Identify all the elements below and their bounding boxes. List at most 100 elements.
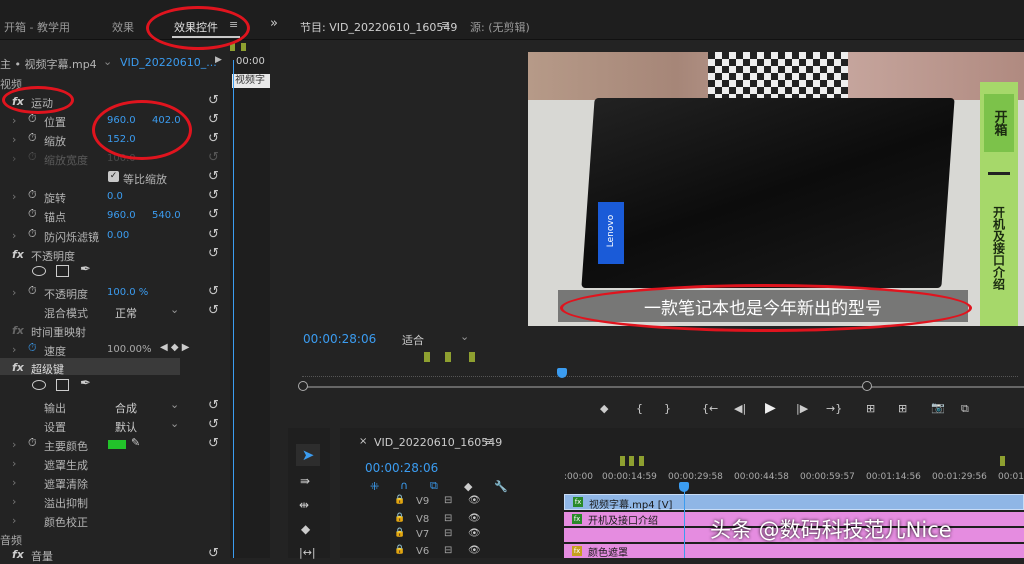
timeline-timecode[interactable]: 00:00:28:06: [365, 461, 438, 475]
color-correction-label[interactable]: 颜色校正: [44, 514, 88, 530]
linked-selection-icon[interactable]: ⧉: [430, 479, 438, 493]
sync-lock-icon[interactable]: ⊟: [444, 513, 452, 524]
panel-expand-icon[interactable]: »: [270, 16, 278, 31]
stopwatch-icon[interactable]: ⏱: [28, 436, 37, 450]
expand-arrow-icon[interactable]: ›: [12, 114, 16, 127]
time-remap-label[interactable]: 时间重映射: [31, 324, 86, 340]
comparison-view-button[interactable]: ⧉: [961, 402, 969, 416]
zoom-handle-right[interactable]: [862, 381, 872, 391]
timeline-clip[interactable]: fx 颜色遮罩: [564, 544, 1024, 559]
selection-tool-icon[interactable]: ➤: [296, 444, 320, 466]
program-time-ruler[interactable]: [302, 376, 1018, 380]
sync-lock-icon[interactable]: ⊟: [444, 545, 452, 556]
opacity-effect-label[interactable]: 不透明度: [31, 248, 75, 264]
matte-generation-label[interactable]: 遮罩生成: [44, 457, 88, 473]
reset-icon[interactable]: ↺: [208, 247, 219, 260]
uniform-scale-checkbox[interactable]: ✓: [108, 171, 119, 182]
expand-arrow-icon[interactable]: ›: [12, 343, 16, 356]
expand-arrow-icon[interactable]: ›: [12, 229, 16, 242]
go-to-in-button[interactable]: {←: [702, 402, 718, 415]
play-button[interactable]: ▶: [765, 400, 776, 416]
sync-lock-icon[interactable]: ⊟: [444, 495, 452, 506]
mini-timeline-clip[interactable]: 视频字: [232, 74, 270, 88]
chevron-down-icon[interactable]: ⌄: [170, 417, 179, 430]
ellipse-mask-icon[interactable]: [32, 380, 46, 390]
expand-arrow-icon[interactable]: ›: [12, 457, 16, 470]
export-frame-button[interactable]: 📷: [931, 401, 945, 414]
expand-arrow-icon[interactable]: ›: [12, 476, 16, 489]
lock-icon[interactable]: 🔒: [394, 528, 405, 538]
matte-cleanup-label[interactable]: 遮罩清除: [44, 476, 88, 492]
expand-arrow-icon[interactable]: ›: [12, 190, 16, 203]
nest-toggle-icon[interactable]: ⁜: [370, 480, 379, 493]
program-timecode[interactable]: 00:00:28:06: [303, 332, 376, 346]
tab-effects[interactable]: 效果: [112, 19, 134, 35]
expand-arrow-icon[interactable]: ›: [12, 514, 16, 527]
eyedropper-icon[interactable]: ✎: [131, 436, 140, 449]
spill-suppression-label[interactable]: 溢出抑制: [44, 495, 88, 511]
sequence-clip-name[interactable]: VID_20220610_...: [120, 56, 217, 69]
stopwatch-icon[interactable]: ⏱: [28, 188, 37, 202]
sync-lock-icon[interactable]: ⊟: [444, 528, 452, 539]
extract-button[interactable]: ⊞: [898, 402, 907, 415]
zoom-handle-left[interactable]: [298, 381, 308, 391]
rectangle-mask-icon[interactable]: [56, 265, 69, 277]
timeline-menu-icon[interactable]: ≡: [484, 435, 493, 448]
timeline-playhead-line[interactable]: [684, 490, 685, 558]
clip-chevron-icon[interactable]: ⌄: [103, 55, 112, 68]
mark-in-button[interactable]: {: [636, 402, 643, 415]
tab-source-monitor[interactable]: 源: (无剪辑): [470, 19, 530, 35]
stopwatch-icon[interactable]: ⏱: [28, 227, 37, 241]
timeline-ruler[interactable]: :00:00 00:00:14:59 00:00:29:58 00:00:44:…: [564, 454, 1024, 490]
reset-icon[interactable]: ↺: [208, 418, 219, 431]
snap-icon[interactable]: ∩: [400, 479, 408, 492]
keyframe-nav-icon[interactable]: ◀ ◆ ▶: [160, 342, 189, 353]
wrench-icon[interactable]: 🔧: [494, 480, 508, 493]
reset-icon[interactable]: ↺: [208, 304, 219, 317]
reset-icon[interactable]: ↺: [208, 437, 219, 450]
lift-button[interactable]: ⊞: [866, 402, 875, 415]
pen-mask-icon[interactable]: ✒: [80, 262, 91, 277]
expand-arrow-icon[interactable]: ›: [12, 133, 16, 146]
razor-tool-icon[interactable]: ◆: [301, 522, 310, 536]
add-marker-icon[interactable]: ◆: [464, 480, 472, 493]
blend-mode-dropdown[interactable]: 正常: [115, 305, 137, 321]
step-back-button[interactable]: ◀|: [734, 402, 746, 415]
slip-tool-icon[interactable]: |↔|: [299, 546, 316, 559]
lock-icon[interactable]: 🔒: [394, 495, 405, 505]
reset-icon[interactable]: ↺: [208, 399, 219, 412]
reset-icon[interactable]: ↺: [208, 547, 219, 560]
chevron-down-icon[interactable]: ⌄: [170, 398, 179, 411]
eye-icon[interactable]: 👁: [468, 495, 481, 506]
expand-arrow-icon[interactable]: ›: [12, 286, 16, 299]
play-only-icon[interactable]: ▶: [215, 55, 222, 65]
ripple-edit-tool-icon[interactable]: ⇹: [299, 498, 309, 512]
step-forward-button[interactable]: |▶: [796, 402, 808, 415]
timeline-clip[interactable]: fx 视频字幕.mp4 [V]: [564, 494, 1024, 511]
ellipse-mask-icon[interactable]: [32, 266, 46, 276]
add-marker-button[interactable]: ◆: [600, 402, 608, 415]
flicker-filter-value[interactable]: 0.00: [107, 230, 129, 241]
ultra-key-effect-label[interactable]: 超级键: [31, 361, 64, 377]
rotation-value[interactable]: 0.0: [107, 191, 123, 202]
opacity-value[interactable]: 100.0 %: [107, 287, 148, 298]
stopwatch-icon[interactable]: ⏱: [28, 341, 37, 355]
program-playhead[interactable]: [557, 368, 567, 378]
stopwatch-icon[interactable]: ⏱: [28, 284, 37, 298]
mini-playhead[interactable]: [233, 60, 234, 558]
fit-dropdown[interactable]: 适合: [402, 332, 424, 348]
timeline-sequence-tab[interactable]: VID_20220610_160549: [374, 436, 502, 449]
stopwatch-icon[interactable]: ⏱: [28, 207, 37, 221]
expand-arrow-icon[interactable]: ›: [12, 438, 16, 451]
reset-icon[interactable]: ↺: [208, 189, 219, 202]
eye-icon[interactable]: 👁: [468, 528, 481, 539]
tab-workspace[interactable]: 开箱 - 教学用: [4, 19, 70, 35]
go-to-out-button[interactable]: →}: [826, 402, 842, 415]
volume-label[interactable]: 音量: [31, 548, 53, 564]
reset-icon[interactable]: ↺: [208, 170, 219, 183]
track-select-tool-icon[interactable]: ⇛: [300, 474, 310, 488]
stopwatch-icon[interactable]: ⏱: [28, 112, 37, 126]
source-clip-name[interactable]: 主 • 视频字幕.mp4: [0, 56, 97, 72]
expand-arrow-icon[interactable]: ›: [12, 495, 16, 508]
eye-icon[interactable]: 👁: [468, 545, 481, 556]
